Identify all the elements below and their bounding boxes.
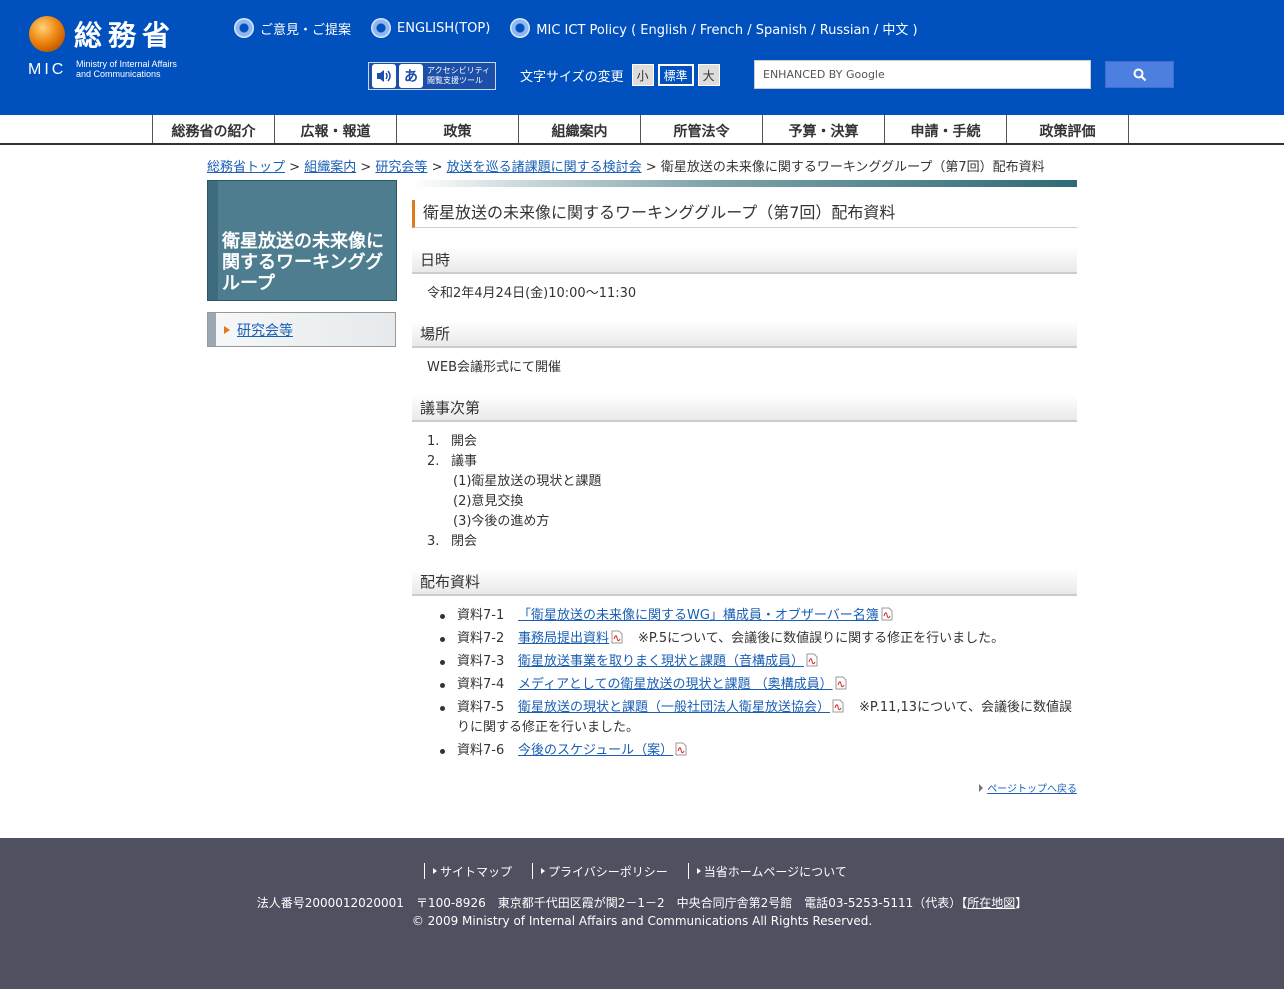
main-content: 衛星放送の未来像に関するワーキンググループ（第7回）配布資料 日時 令和2年4月… — [412, 180, 1077, 795]
section-heading-agenda: 議事次第 — [412, 395, 1077, 422]
header-links: ご意見・ご提案 ENGLISH(TOP) MIC ICT Policy ( En… — [234, 17, 938, 39]
sidebar-title-box: 衛星放送の未来像に関するワーキンググループ — [207, 180, 397, 301]
page-title: 衛星放送の未来像に関するワーキンググループ（第7回）配布資料 — [412, 200, 1077, 228]
bullet-circle-icon — [371, 18, 392, 38]
list-item: 資料7-6 今後のスケジュール（案） — [440, 741, 1077, 761]
bullet-circle-icon — [234, 18, 254, 38]
font-size-large-button[interactable]: 大 — [697, 64, 720, 86]
pdf-icon — [881, 607, 893, 621]
nav-item-applications[interactable]: 申請・手続 — [885, 115, 1007, 143]
footer-map-link[interactable]: 所在地図 — [967, 896, 1015, 910]
nav-item-budget[interactable]: 予算・決算 — [763, 115, 885, 143]
global-nav: 総務省の紹介 広報・報道 政策 組織案内 所管法令 予算・決算 申請・手続 政策… — [0, 115, 1284, 145]
arrow-right-icon — [696, 868, 701, 874]
footer-address: 法人番号2000012020001 〒100-8926 東京都千代田区霞が関2－… — [0, 894, 1284, 930]
arrow-right-icon — [541, 868, 546, 874]
search-icon — [1133, 68, 1146, 81]
section-heading-materials: 配布資料 — [412, 569, 1077, 596]
site-footer: サイトマップ プライバシーポリシー 当省ホームページについて 法人番号20000… — [0, 838, 1284, 989]
list-item: 資料7-1 「衛星放送の未来像に関するWG」構成員・オブザーバー名簿 — [440, 606, 1077, 626]
pdf-icon — [832, 699, 844, 713]
list-item: 1. 開会 — [427, 434, 478, 449]
site-header: 総務省 MIC Ministry of Internal Affairs and… — [0, 0, 1284, 115]
title-gradient-bar — [412, 180, 1077, 187]
accessibility-tool-label: アクセシビリティ 閲覧支援ツール — [427, 66, 491, 85]
speaker-icon — [372, 64, 396, 88]
material-note: ※P.5について、会議後に数値誤りに関する修正を行いました。 — [638, 631, 1005, 646]
sidebar-item-study-groups[interactable]: 研究会等 — [207, 312, 396, 347]
font-size-standard-button[interactable]: 標準 — [657, 64, 694, 86]
bullet-circle-icon — [510, 18, 531, 38]
arrow-right-icon — [224, 325, 230, 334]
materials-list: 資料7-1 「衛星放送の未来像に関するWG」構成員・オブザーバー名簿 資料7-2 事… — [412, 606, 1077, 761]
nav-item-policy[interactable]: 政策 — [397, 115, 519, 143]
search-button[interactable] — [1105, 61, 1174, 88]
footer-link-about-site[interactable]: 当省ホームページについて — [687, 863, 847, 879]
logo-mic-text: MIC — [28, 61, 67, 78]
page-top-link[interactable]: ページトップへ戻る — [979, 780, 1077, 795]
list-item: 資料7-3 衛星放送事業を取りまく現状と課題（音構成員） — [440, 652, 1077, 672]
nav-item-evaluation[interactable]: 政策評価 — [1007, 115, 1129, 143]
section-heading-date: 日時 — [412, 247, 1077, 274]
list-item: 2. 議事 — [427, 454, 478, 469]
agenda-list: 1. 開会 2. 議事 (1)衛星放送の現状と課題 (2)意見交換 (3)今後の… — [412, 432, 1077, 552]
nav-item-organization[interactable]: 組織案内 — [519, 115, 641, 143]
list-item: 資料7-5 衛星放送の現状と課題（一般社団法人衛星放送協会） ※P.11,13につい… — [440, 698, 1077, 738]
breadcrumb-link-broadcast-study[interactable]: 放送を巡る諸課題に関する検討会 — [447, 160, 642, 175]
footer-link-sitemap[interactable]: サイトマップ — [424, 863, 512, 879]
copyright: © 2009 Ministry of Internal Affairs and … — [411, 914, 873, 928]
agenda-sub-item: (3)今後の進め方 — [453, 514, 550, 529]
accessibility-tool-button[interactable]: あ アクセシビリティ 閲覧支援ツール — [368, 62, 496, 90]
breadcrumb-link-organization[interactable]: 組織案内 — [304, 160, 356, 175]
hiragana-a-icon: あ — [399, 64, 423, 88]
font-size-switcher: 文字サイズの変更 小 標準 大 — [520, 64, 724, 86]
list-item: 資料7-2 事務局提出資料 ※P.5について、会議後に数値誤りに関する修正を行いまし… — [440, 629, 1077, 649]
material-link-7-5[interactable]: 衛星放送の現状と課題（一般社団法人衛星放送協会） — [518, 700, 830, 715]
material-link-7-6[interactable]: 今後のスケジュール（案） — [518, 743, 673, 758]
pdf-icon — [835, 676, 847, 690]
agenda-sub-item: (2)意見交換 — [453, 494, 524, 509]
material-link-7-4[interactable]: メディアとしての衛星放送の現状と課題 （奥構成員） — [518, 677, 833, 692]
arrow-right-icon — [979, 783, 984, 792]
nav-item-laws[interactable]: 所管法令 — [641, 115, 763, 143]
header-link-opinion[interactable]: ご意見・ご提案 — [234, 18, 351, 38]
sidebar-item-label[interactable]: 研究会等 — [237, 320, 293, 340]
font-size-label: 文字サイズの変更 — [520, 69, 624, 85]
meeting-date: 令和2年4月24日(金)10:00～11:30 — [427, 286, 637, 301]
material-link-7-3[interactable]: 衛星放送事業を取りまく現状と課題（音構成員） — [518, 654, 804, 669]
nav-item-press[interactable]: 広報・報道 — [275, 115, 397, 143]
breadcrumb-current: 衛星放送の未来像に関するワーキンググループ（第7回）配布資料 — [660, 160, 1045, 175]
breadcrumb: 総務省トップ > 組織案内 > 研究会等 > 放送を巡る諸課題に関する検討会 >… — [207, 160, 1045, 175]
footer-links: サイトマップ プライバシーポリシー 当省ホームページについて — [424, 863, 867, 879]
logo-sphere-icon — [29, 16, 65, 52]
material-link-7-1[interactable]: 「衛星放送の未来像に関するWG」構成員・オブザーバー名簿 — [518, 608, 879, 623]
arrow-right-icon — [433, 868, 437, 874]
list-item: 3. 閉会 — [427, 534, 478, 549]
font-size-small-button[interactable]: 小 — [631, 64, 654, 86]
header-link-english[interactable]: ENGLISH(TOP) — [371, 18, 490, 38]
sidebar-title: 衛星放送の未来像に関するワーキンググループ — [222, 231, 384, 294]
search-input[interactable]: ENHANCED BY Google — [754, 60, 1091, 89]
list-item: 資料7-4 メディアとしての衛星放送の現状と課題 （奥構成員） — [440, 675, 1077, 695]
pdf-icon — [806, 653, 818, 667]
meeting-place: WEB会議形式にて開催 — [427, 360, 561, 375]
agenda-sub-item: (1)衛星放送の現状と課題 — [453, 474, 602, 489]
logo-japanese-text: 総務省 — [74, 19, 177, 52]
mic-logo[interactable]: 総務省 MIC Ministry of Internal Affairs and… — [26, 13, 211, 83]
material-link-7-2[interactable]: 事務局提出資料 — [518, 631, 609, 646]
breadcrumb-link-top[interactable]: 総務省トップ — [207, 160, 285, 175]
pdf-icon — [675, 742, 687, 756]
header-link-ict-policy[interactable]: MIC ICT Policy ( English / French / Span… — [510, 18, 918, 38]
footer-link-privacy[interactable]: プライバシーポリシー — [532, 863, 668, 879]
pdf-icon — [611, 630, 623, 644]
breadcrumb-link-study-groups[interactable]: 研究会等 — [375, 160, 427, 175]
nav-item-about[interactable]: 総務省の紹介 — [153, 115, 275, 143]
page-top-label[interactable]: ページトップへ戻る — [987, 780, 1077, 795]
section-heading-place: 場所 — [412, 321, 1077, 348]
logo-english-text: Ministry of Internal Affairs and Communi… — [76, 59, 177, 79]
